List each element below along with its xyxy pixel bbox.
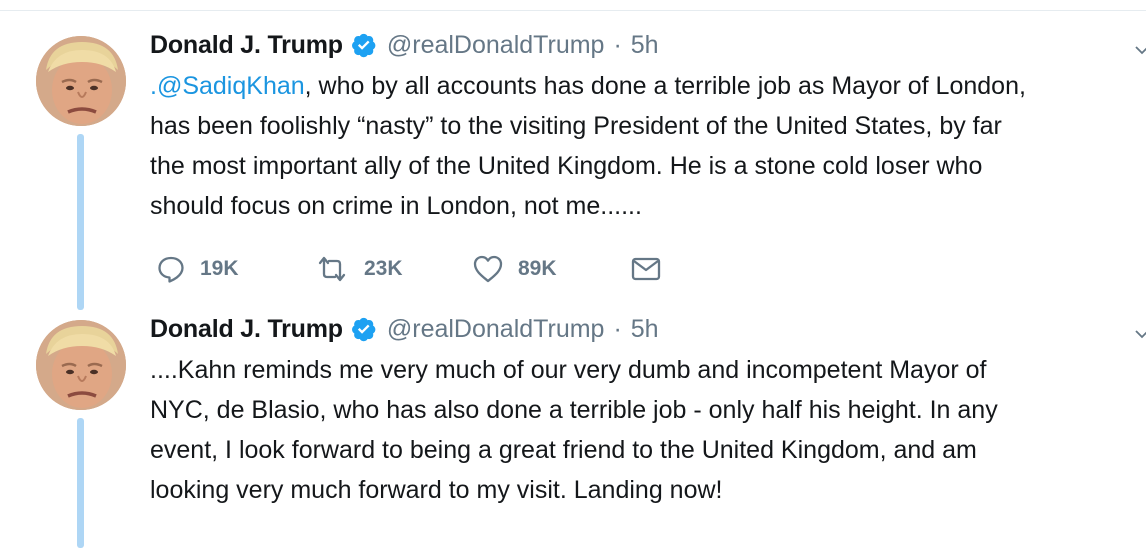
user-handle[interactable]: @realDonaldTrump [387, 315, 605, 344]
mention-link[interactable]: .@SadiqKhan [150, 72, 305, 100]
avatar-portrait-image [36, 36, 126, 126]
tweet-timestamp[interactable]: 5h [631, 315, 659, 344]
tweet-timestamp[interactable]: 5h [631, 31, 659, 60]
tweet-text: ....Kahn reminds me very much of our ver… [150, 356, 998, 504]
tweet-actions: 19K 23K 89K [156, 254, 662, 284]
tweet-header: Donald J. Trump @realDonaldTrump · 5h [150, 314, 659, 344]
user-handle[interactable]: @realDonaldTrump [387, 31, 605, 60]
verified-icon [351, 316, 377, 342]
reply-button[interactable]: 19K [156, 254, 314, 284]
user-display-name[interactable]: Donald J. Trump [150, 31, 343, 60]
tweet-header: Donald J. Trump @realDonaldTrump · 5h [150, 30, 659, 60]
user-display-name[interactable]: Donald J. Trump [150, 315, 343, 344]
tweet-text: .@SadiqKhan, who by all accounts has don… [150, 66, 1140, 226]
tweet[interactable]: Donald J. Trump @realDonaldTrump · 5h .@… [0, 30, 1146, 300]
chevron-down-icon[interactable] [1134, 326, 1146, 342]
header-separator: · [613, 314, 622, 343]
avatar[interactable] [34, 34, 128, 128]
avatar[interactable] [34, 318, 128, 412]
message-icon [630, 254, 662, 284]
reply-icon [156, 254, 186, 284]
retweet-count: 23K [364, 257, 403, 280]
avatar-portrait-image [36, 320, 126, 410]
like-button[interactable]: 89K [472, 254, 630, 284]
tweet[interactable]: Donald J. Trump @realDonaldTrump · 5h ..… [0, 314, 1146, 536]
verified-icon [351, 32, 377, 58]
reply-count: 19K [200, 257, 239, 280]
retweet-icon [314, 254, 350, 284]
like-count: 89K [518, 257, 557, 280]
chevron-down-icon[interactable] [1134, 42, 1146, 58]
retweet-button[interactable]: 23K [314, 254, 472, 284]
header-separator: · [613, 30, 622, 59]
direct-message-button[interactable] [630, 254, 662, 284]
timeline-top-divider [0, 0, 1146, 11]
like-icon [472, 254, 504, 284]
